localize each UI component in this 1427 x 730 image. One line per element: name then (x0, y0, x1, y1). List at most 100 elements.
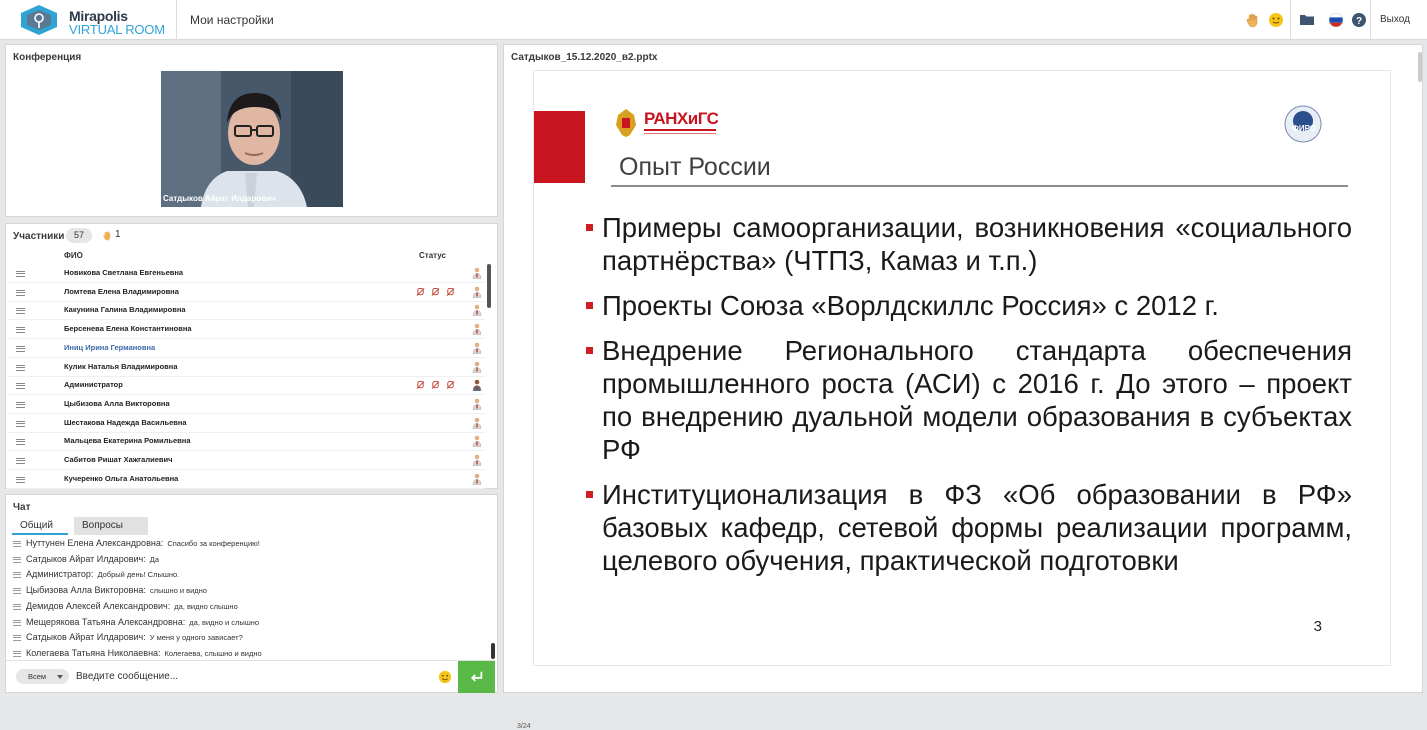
participant-row[interactable]: Новикова Светлана Евгеньевна (7, 264, 485, 283)
help-icon[interactable]: ? (1351, 12, 1367, 28)
chat-author: Нуттунен Елена Александровна: (26, 538, 164, 548)
russian-flag-icon[interactable] (1328, 12, 1344, 28)
slide-bullet: Проекты Союза «Ворлдскиллс Россия» с 201… (582, 289, 1352, 322)
participant-name: Администратор (64, 380, 123, 390)
emoji-picker-icon[interactable] (438, 670, 452, 684)
speaker-video-image (161, 71, 343, 207)
row-menu-icon[interactable] (16, 327, 25, 334)
participant-row[interactable]: Кучеренко Ольга Анатольевна (7, 470, 485, 489)
row-menu-icon[interactable] (16, 383, 25, 390)
row-menu-icon[interactable] (16, 439, 25, 446)
row-menu-icon[interactable] (16, 420, 25, 427)
participant-name: Кучеренко Ольга Анатольевна (64, 473, 179, 483)
participant-row[interactable]: Шестакова Надежда Васильевна (7, 414, 485, 433)
message-input[interactable] (76, 667, 436, 686)
message-menu-icon[interactable] (13, 588, 21, 595)
video-feed[interactable]: Сатдыков Айрат Илдарович (161, 71, 343, 207)
firo-logo: ФИРО (1283, 104, 1323, 144)
chat-author: Сатдыков Айрат Илдарович: (26, 553, 146, 564)
message-menu-icon[interactable] (13, 572, 21, 579)
row-menu-icon[interactable] (16, 289, 25, 296)
participant-row[interactable]: Цыбизова Алла Викторовна (7, 395, 485, 414)
participant-name: Какунина Галина Владимировна (64, 305, 186, 315)
participant-row[interactable]: Берсенева Елена Константиновна (7, 320, 485, 340)
chat-panel: Чат Общий Вопросы Нуттунен Елена Алексан… (5, 494, 498, 693)
message-menu-icon[interactable] (13, 556, 21, 563)
top-bar: Mirapolis VIRTUAL ROOM Мои настройки ? В… (0, 0, 1427, 40)
chat-text: Спасибо за конференцию! (167, 539, 260, 548)
mirapolis-logo: Mirapolis VIRTUAL ROOM (18, 4, 178, 37)
recipient-select[interactable]: Всем (16, 669, 69, 684)
enter-arrow-icon (470, 671, 483, 682)
microphone-icon[interactable] (416, 287, 425, 297)
row-menu-icon[interactable] (16, 476, 25, 483)
camera-icon[interactable] (431, 380, 440, 390)
tab-general[interactable]: Общий (12, 517, 68, 535)
raised-hands-count: 1 (115, 229, 121, 240)
participant-row[interactable]: Сабитов Ришат Хажгалиевич (7, 451, 485, 470)
chat-text: да, видно слышно (174, 601, 238, 611)
row-menu-icon[interactable] (16, 458, 25, 464)
participants-panel: Участники 57 1 ФИО Статус Новикова Светл… (5, 223, 498, 489)
row-menu-icon[interactable] (16, 364, 25, 371)
message-menu-icon[interactable] (13, 619, 21, 626)
message-menu-icon[interactable] (13, 603, 21, 610)
participants-title: Участники (13, 231, 65, 242)
chat-message-line: Сатдыков Айрат Илдарович: Да (26, 554, 159, 564)
row-menu-icon[interactable] (16, 345, 25, 352)
camera-icon[interactable] (431, 287, 440, 297)
chat-text: Добрый день! Слышно. (97, 570, 180, 580)
video-caption: Сатдыков Айрат Илдарович (163, 194, 276, 203)
my-settings-link[interactable]: Мои настройки (190, 13, 274, 27)
participant-name: Мальцева Екатерина Ромильевна (64, 436, 191, 446)
chat-text: слышно и видно (149, 586, 207, 596)
participants-count-badge: 57 (66, 228, 92, 243)
participant-row[interactable]: Кулик Наталья Владимировна (7, 358, 485, 377)
chat-text: У меня у одного зависает? (149, 633, 243, 643)
chat-text: Колегаева, слышно и видно (164, 648, 262, 658)
firo-logo-text: ФИРО (1292, 124, 1317, 133)
logo-subtitle: VIRTUAL ROOM (69, 22, 165, 37)
chat-message-line: Нуттунен Елена Александровна: Спасибо за … (26, 538, 260, 548)
participant-row[interactable]: Какунина Галина Владимировна (7, 301, 485, 321)
row-menu-icon[interactable] (16, 271, 25, 277)
presentation-scrollbar[interactable] (1418, 52, 1422, 82)
emoji-status-icon[interactable] (1268, 12, 1284, 28)
participant-row[interactable]: Мальцева Екатерина Ромильевна (7, 432, 485, 452)
row-menu-icon[interactable] (16, 308, 25, 315)
chevron-down-icon (57, 675, 63, 679)
user-status-icon (472, 286, 482, 298)
participant-row[interactable]: Ломтева Елена Владимировна (7, 283, 485, 302)
presentation-filename: Сатдыков_15.12.2020_в2.pptx (511, 52, 658, 63)
chat-message-line: Сатдыков Айрат Илдарович: У меня у одного… (26, 632, 243, 642)
microphone-icon[interactable] (416, 380, 425, 390)
exit-button[interactable]: Выход (1380, 14, 1410, 25)
chat-text: да, видно и слышно (189, 617, 260, 627)
column-header-name[interactable]: ФИО (64, 251, 83, 260)
tab-questions[interactable]: Вопросы (74, 517, 148, 535)
row-menu-icon[interactable] (16, 401, 25, 408)
chat-author: Колегаева Татьяна Николаевна: (26, 647, 161, 658)
participant-row[interactable]: Иниц Ирина Германовна (7, 339, 485, 358)
participant-name: Кулик Наталья Владимировна (64, 361, 178, 371)
send-button[interactable] (458, 661, 495, 693)
slide-page-number: 3 (1313, 618, 1322, 635)
screen-share-icon[interactable] (446, 380, 455, 390)
participant-name: Ломтева Елена Владимировна (64, 286, 179, 296)
chat-author: Цыбизова Алла Викторовна: (26, 585, 146, 596)
folder-icon[interactable] (1299, 12, 1315, 28)
participants-scrollbar[interactable] (487, 264, 491, 308)
screen-share-icon[interactable] (446, 287, 455, 297)
svg-text:?: ? (1356, 16, 1362, 27)
participant-row[interactable]: Администратор (7, 376, 485, 396)
conference-title: Конференция (13, 52, 82, 63)
user-status-icon (472, 323, 482, 336)
slide-heading: Опыт России (619, 153, 771, 181)
column-header-status[interactable]: Статус (419, 251, 446, 260)
message-menu-icon[interactable] (13, 635, 21, 642)
eagle-emblem-icon (616, 109, 636, 137)
message-menu-icon[interactable] (13, 541, 21, 547)
chat-scrollbar[interactable] (491, 643, 495, 659)
raise-hand-icon[interactable] (1245, 12, 1261, 28)
message-menu-icon[interactable] (13, 650, 21, 657)
